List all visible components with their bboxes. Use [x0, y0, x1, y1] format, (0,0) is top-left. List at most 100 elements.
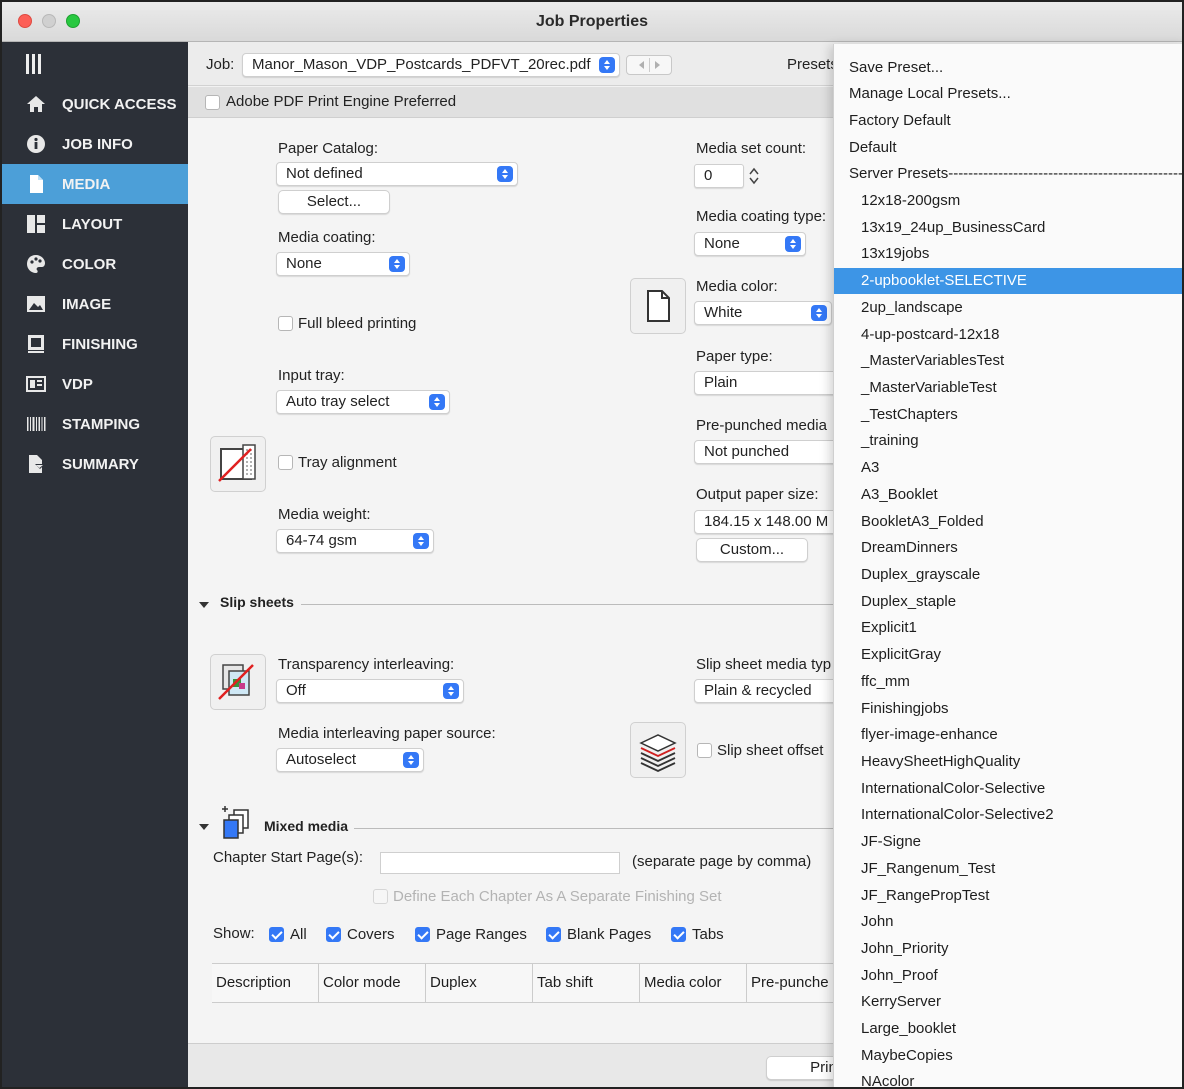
full-bleed-checkbox[interactable]: [278, 316, 293, 331]
menu-item-preset[interactable]: Finishingjobs: [834, 696, 1182, 722]
menu-item-preset[interactable]: _MasterVariablesTest: [834, 348, 1182, 374]
menu-item-preset[interactable]: BookletA3_Folded: [834, 509, 1182, 535]
menu-item-preset[interactable]: JF-Signe: [834, 829, 1182, 855]
collapse-triangle-icon[interactable]: [199, 824, 209, 830]
pre-punched-select[interactable]: Not punched: [694, 440, 844, 464]
sidebar-item-vdp[interactable]: VDP: [2, 364, 188, 404]
output-paper-size-label: Output paper size:: [696, 486, 819, 503]
menu-item-preset[interactable]: InternationalColor-Selective2: [834, 802, 1182, 828]
menu-item-default[interactable]: Default: [834, 135, 1182, 161]
menu-item-preset[interactable]: NAcolor: [834, 1069, 1182, 1087]
menu-item-manage-local-presets[interactable]: Manage Local Presets...: [834, 81, 1182, 107]
menu-item-preset[interactable]: Duplex_grayscale: [834, 562, 1182, 588]
define-chapter-checkbox[interactable]: [373, 889, 388, 904]
menu-item-preset[interactable]: Large_booklet: [834, 1016, 1182, 1042]
pdf-engine-checkbox[interactable]: [205, 95, 220, 110]
menu-section-server-presets: Server Presets--------------------------…: [849, 165, 1183, 182]
job-select[interactable]: Manor_Mason_VDP_Postcards_PDFVT_20rec.pd…: [242, 53, 620, 77]
menu-item-preset[interactable]: Duplex_staple: [834, 589, 1182, 615]
presets-menu: Save Preset... Manage Local Presets... F…: [833, 44, 1183, 1087]
menu-item-preset[interactable]: John_Priority: [834, 936, 1182, 962]
previous-job-icon[interactable]: [639, 61, 644, 69]
menu-item-preset[interactable]: MaybeCopies: [834, 1043, 1182, 1069]
column-header-tab-shift[interactable]: Tab shift: [533, 964, 640, 1002]
chevron-updown-icon: [443, 683, 459, 699]
column-header-color-mode[interactable]: Color mode: [319, 964, 426, 1002]
menu-item-preset[interactable]: John: [834, 909, 1182, 935]
filter-tabs-checkbox[interactable]: [671, 927, 686, 942]
chevron-updown-icon: [599, 57, 615, 73]
sidebar-item-label: COLOR: [62, 255, 117, 273]
sidebar-item-quick-access[interactable]: QUICK ACCESS: [2, 84, 188, 124]
menu-item-preset[interactable]: 13x19jobs: [834, 241, 1182, 267]
menu-item-preset[interactable]: Explicit1: [834, 615, 1182, 641]
menu-item-preset[interactable]: 2up_landscape: [834, 295, 1182, 321]
tray-alignment-checkbox[interactable]: [278, 455, 293, 470]
menu-item-preset[interactable]: John_Proof: [834, 963, 1182, 989]
collapse-triangle-icon[interactable]: [199, 602, 209, 608]
menu-item-preset-selected[interactable]: 2-upbooklet-SELECTIVE: [834, 268, 1182, 294]
paper-type-select[interactable]: Plain: [694, 371, 844, 395]
input-tray-select[interactable]: Auto tray select: [276, 390, 450, 414]
barcode-icon: [26, 414, 46, 434]
menu-item-preset[interactable]: JF_RangePropTest: [834, 883, 1182, 909]
menu-item-preset[interactable]: 12x18-200gsm: [834, 188, 1182, 214]
chevron-updown-icon: [413, 533, 429, 549]
menu-item-preset[interactable]: InternationalColor-Selective: [834, 776, 1182, 802]
next-job-icon[interactable]: [655, 61, 660, 69]
mixed-media-icon: [220, 806, 256, 842]
sidebar-item-color[interactable]: COLOR: [2, 244, 188, 284]
column-header-duplex[interactable]: Duplex: [426, 964, 533, 1002]
filter-page-ranges-checkbox[interactable]: [415, 927, 430, 942]
menu-item-factory-default[interactable]: Factory Default: [834, 108, 1182, 134]
sidebar-item-stamping[interactable]: STAMPING: [2, 404, 188, 444]
menu-item-preset[interactable]: KerryServer: [834, 989, 1182, 1015]
column-header-description[interactable]: Description: [212, 964, 319, 1002]
media-color-select[interactable]: White: [694, 301, 832, 325]
output-paper-size-select[interactable]: 184.15 x 148.00 M: [694, 510, 844, 534]
column-header-media-color[interactable]: Media color: [640, 964, 747, 1002]
menu-item-preset[interactable]: _TestChapters: [834, 402, 1182, 428]
filter-covers-checkbox[interactable]: [326, 927, 341, 942]
sidebar-item-finishing[interactable]: FINISHING: [2, 324, 188, 364]
media-weight-select[interactable]: 64-74 gsm: [276, 529, 434, 553]
sidebar-item-image[interactable]: IMAGE: [2, 284, 188, 324]
sidebar-item-label: LAYOUT: [62, 215, 123, 233]
menu-item-preset[interactable]: ExplicitGray: [834, 642, 1182, 668]
paper-catalog-select[interactable]: Not defined: [276, 162, 518, 186]
menu-item-preset[interactable]: 4-up-postcard-12x18: [834, 322, 1182, 348]
sidebar-item-layout[interactable]: LAYOUT: [2, 204, 188, 244]
menu-item-preset[interactable]: A3_Booklet: [834, 482, 1182, 508]
sidebar-toggle-icon[interactable]: [24, 52, 44, 76]
select-paper-button[interactable]: Select...: [278, 190, 390, 214]
menu-item-preset[interactable]: ffc_mm: [834, 669, 1182, 695]
custom-size-button[interactable]: Custom...: [696, 538, 808, 562]
menu-item-preset[interactable]: HeavySheetHighQuality: [834, 749, 1182, 775]
menu-item-preset[interactable]: DreamDinners: [834, 535, 1182, 561]
filter-blank-pages-checkbox[interactable]: [546, 927, 561, 942]
sidebar-item-job-info[interactable]: JOB INFO: [2, 124, 188, 164]
media-coating-type-select[interactable]: None: [694, 232, 806, 256]
media-coating-select[interactable]: None: [276, 252, 410, 276]
sidebar: QUICK ACCESS JOB INFO MEDIA LAYOUT COLOR: [2, 42, 188, 1087]
media-set-count-field[interactable]: 0: [694, 164, 744, 188]
menu-item-save-preset[interactable]: Save Preset...: [834, 55, 1182, 81]
count-stepper-icon[interactable]: [748, 166, 760, 186]
menu-item-preset[interactable]: _training: [834, 428, 1182, 454]
menu-item-preset[interactable]: JF_Rangenum_Test: [834, 856, 1182, 882]
sidebar-item-summary[interactable]: SUMMARY: [2, 444, 188, 484]
menu-item-preset[interactable]: 13x19_24up_BusinessCard: [834, 215, 1182, 241]
menu-item-preset[interactable]: flyer-image-enhance: [834, 722, 1182, 748]
filter-all-checkbox[interactable]: [269, 927, 284, 942]
chapter-start-input[interactable]: [380, 852, 620, 874]
job-nav-buttons[interactable]: [626, 55, 672, 75]
media-interleaving-select[interactable]: Autoselect: [276, 748, 424, 772]
slip-media-type-select[interactable]: Plain & recycled: [694, 679, 844, 703]
transparency-select[interactable]: Off: [276, 679, 464, 703]
menu-item-preset[interactable]: A3: [834, 455, 1182, 481]
menu-item-preset[interactable]: _MasterVariableTest: [834, 375, 1182, 401]
chevron-updown-icon: [811, 305, 827, 321]
sidebar-item-media[interactable]: MEDIA: [2, 164, 188, 204]
slip-offset-checkbox[interactable]: [697, 743, 712, 758]
media-coating-type-value: None: [704, 235, 740, 252]
